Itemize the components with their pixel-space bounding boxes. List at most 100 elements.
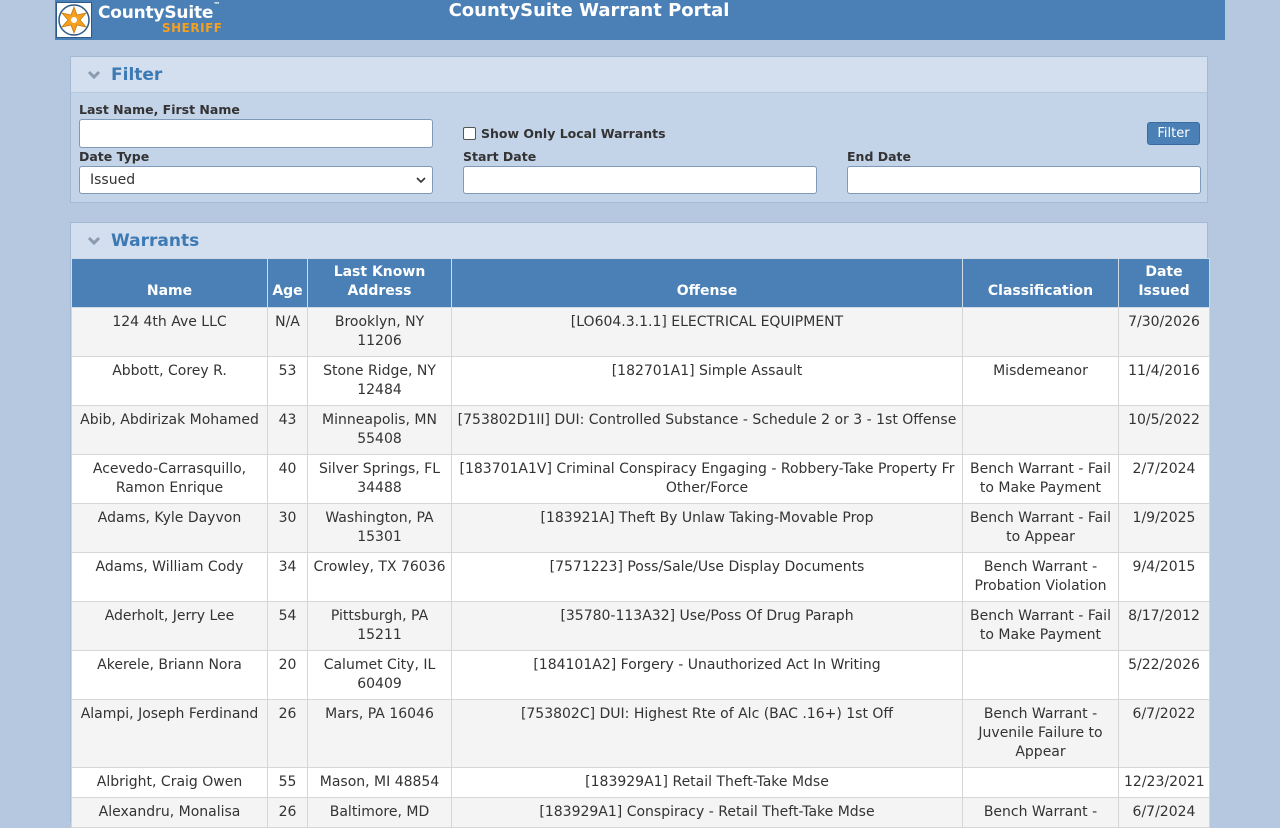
cell-age: 34 [267,552,308,602]
table-row[interactable]: Akerele, Briann Nora 20 Calumet City, IL 6… [71,650,1210,700]
warrants-panel-header[interactable]: Warrants [71,223,1207,259]
table-row[interactable]: Alampi, Joseph Ferdinand 26 Mars, PA 16046… [71,699,1210,768]
warrants-panel-title: Warrants [111,230,200,251]
cell-age: 30 [267,503,308,553]
cell-name: Akerele, Briann Nora [71,650,268,700]
cell-address: Pittsburgh, PA 15211 [307,601,452,651]
start-date-input[interactable] [463,166,817,194]
end-date-input[interactable] [847,166,1201,194]
table-row[interactable]: Adams, William Cody 34 Crowley, TX 76036 [7… [71,552,1210,602]
cell-name: 124 4th Ave LLC [71,307,268,357]
cell-address: Mars, PA 16046 [307,699,452,768]
cell-name: Abbott, Corey R. [71,356,268,406]
name-search-input[interactable] [79,119,433,148]
column-header-age[interactable]: Age [267,258,308,308]
table-row[interactable]: Alexandru, Monalisa 26 Baltimore, MD [18392… [71,797,1210,828]
chevron-down-icon [87,70,101,79]
cell-classification [962,650,1119,700]
cell-age: 26 [267,699,308,768]
cell-age: 26 [267,797,308,828]
cell-date-issued: 7/30/2026 [1118,307,1210,357]
table-header-row: Name Age Last Known Address Offense Clas… [71,258,1210,308]
cell-age: 40 [267,454,308,504]
table-row[interactable]: 124 4th Ave LLC N/A Brooklyn, NY 11206 [LO6… [71,307,1210,357]
warrants-table: Name Age Last Known Address Offense Clas… [71,258,1210,828]
column-header-name[interactable]: Name [71,258,268,308]
table-row[interactable]: Abib, Abdirizak Mohamed 43 Minneapolis, MN… [71,405,1210,455]
local-warrants-checkbox[interactable] [463,127,476,140]
warrants-panel: Warrants Name Age Last Known Address Off… [70,222,1210,828]
top-bar: CountySuite™ SHERIFF CountySuite Warrant… [55,0,1225,40]
column-header-offense[interactable]: Offense [451,258,963,308]
cell-classification [962,307,1119,357]
cell-address: Brooklyn, NY 11206 [307,307,452,357]
cell-date-issued: 11/4/2016 [1118,356,1210,406]
cell-name: Adams, Kyle Dayvon [71,503,268,553]
cell-offense: [LO604.3.1.1] ELECTRICAL EQUIPMENT [451,307,963,357]
cell-date-issued: 1/9/2025 [1118,503,1210,553]
cell-offense: [35780-113A32] Use/Poss Of Drug Paraph [451,601,963,651]
cell-address: Washington, PA 15301 [307,503,452,553]
cell-classification: Bench Warrant - [962,797,1119,828]
cell-age: 20 [267,650,308,700]
cell-address: Calumet City, IL 60409 [307,650,452,700]
cell-name: Aderholt, Jerry Lee [71,601,268,651]
cell-classification: Misdemeanor [962,356,1119,406]
table-row[interactable]: Aderholt, Jerry Lee 54 Pittsburgh, PA 1521… [71,601,1210,651]
cell-address: Baltimore, MD [307,797,452,828]
cell-classification: Bench Warrant - Fail to Make Payment [962,601,1119,651]
cell-date-issued: 8/17/2012 [1118,601,1210,651]
local-warrants-label: Show Only Local Warrants [481,126,666,141]
cell-name: Albright, Craig Owen [71,767,268,798]
cell-offense: [7571223] Poss/Sale/Use Display Document… [451,552,963,602]
cell-age: 54 [267,601,308,651]
filter-panel-header[interactable]: Filter [71,57,1207,93]
column-header-date-issued[interactable]: Date Issued [1118,258,1210,308]
cell-offense: [184101A2] Forgery - Unauthorized Act In… [451,650,963,700]
start-date-label: Start Date [463,149,537,164]
name-field-label: Last Name, First Name [79,102,240,117]
cell-offense: [183921A] Theft By Unlaw Taking-Movable … [451,503,963,553]
logo-subtitle: SHERIFF [162,21,223,35]
cell-name: Alexandru, Monalisa [71,797,268,828]
cell-classification [962,405,1119,455]
cell-age: N/A [267,307,308,357]
date-type-select[interactable]: Issued [79,166,433,194]
cell-classification [962,767,1119,798]
table-row[interactable]: Abbott, Corey R. 53 Stone Ridge, NY 12484[… [71,356,1210,406]
cell-name: Alampi, Joseph Ferdinand [71,699,268,768]
cell-classification: Bench Warrant - Juvenile Failure to Appe… [962,699,1119,768]
table-row[interactable]: Acevedo-Carrasquillo, Ramon Enrique 40 Sil… [71,454,1210,504]
end-date-label: End Date [847,149,912,164]
cell-classification: Bench Warrant - Probation Violation [962,552,1119,602]
table-row[interactable]: Adams, Kyle Dayvon 30 Washington, PA 15301… [71,503,1210,553]
filter-button[interactable]: Filter [1147,122,1200,145]
cell-age: 55 [267,767,308,798]
cell-name: Abib, Abdirizak Mohamed [71,405,268,455]
cell-name: Acevedo-Carrasquillo, Ramon Enrique [71,454,268,504]
date-type-label: Date Type [79,149,150,164]
cell-offense: [182701A1] Simple Assault [451,356,963,406]
cell-address: Minneapolis, MN 55408 [307,405,452,455]
column-header-classification[interactable]: Classification [962,258,1119,308]
cell-date-issued: 9/4/2015 [1118,552,1210,602]
cell-date-issued: 10/5/2022 [1118,405,1210,455]
cell-date-issued: 2/7/2024 [1118,454,1210,504]
local-warrants-toggle[interactable]: Show Only Local Warrants [463,126,666,141]
cell-address: Crowley, TX 76036 [307,552,452,602]
cell-offense: [183929A1] Retail Theft-Take Mdse [451,767,963,798]
cell-date-issued: 5/22/2026 [1118,650,1210,700]
chevron-down-icon [416,177,426,184]
column-header-address[interactable]: Last Known Address [307,258,452,308]
cell-date-issued: 6/7/2022 [1118,699,1210,768]
table-row[interactable]: Albright, Craig Owen 55 Mason, MI 48854 [18… [71,767,1210,798]
cell-age: 43 [267,405,308,455]
cell-age: 53 [267,356,308,406]
cell-classification: Bench Warrant - Fail to Appear [962,503,1119,553]
cell-address: Silver Springs, FL 34488 [307,454,452,504]
cell-name: Adams, William Cody [71,552,268,602]
date-type-value: Issued [90,172,136,188]
portal-title: CountySuite Warrant Portal [448,0,730,21]
cell-offense: [183701A1V] Criminal Conspiracy Engaging… [451,454,963,504]
cell-offense: [183929A1] Conspiracy - Retail Theft-Tak… [451,797,963,828]
